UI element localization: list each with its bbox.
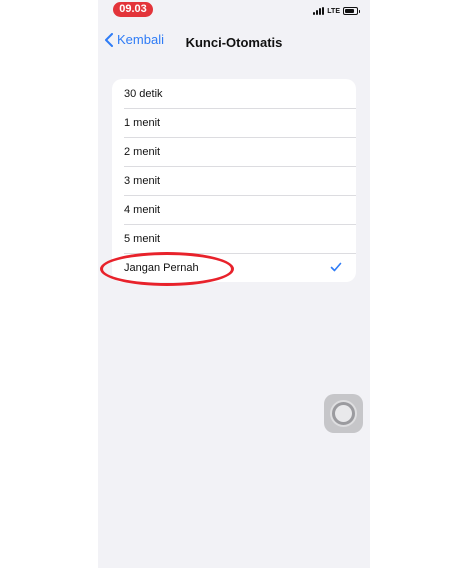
option-row[interactable]: 30 detik — [112, 79, 356, 108]
signal-icon — [313, 7, 325, 15]
option-label: 1 menit — [124, 116, 161, 129]
option-label: 5 menit — [124, 232, 161, 245]
option-row[interactable]: 3 menit — [112, 166, 356, 195]
assistive-touch-core — [335, 405, 352, 422]
option-row[interactable]: 4 menit — [112, 195, 356, 224]
navigation-bar: Kembali Kunci-Otomatis — [98, 26, 370, 56]
option-label: 30 detik — [124, 87, 163, 100]
red-circle-annotation — [100, 252, 234, 286]
option-row[interactable]: 5 menit — [112, 224, 356, 253]
checkmark-icon — [330, 262, 342, 272]
option-row[interactable]: 2 menit — [112, 137, 356, 166]
option-label: 2 menit — [124, 145, 161, 158]
assistive-touch-button[interactable] — [324, 394, 363, 433]
auto-lock-options-list: 30 detik 1 menit 2 menit 3 menit 4 menit 5 me… — [112, 79, 356, 282]
status-bar: 09.03 LTE — [98, 0, 370, 22]
network-label: LTE — [327, 7, 340, 15]
battery-icon — [343, 7, 360, 15]
option-label: 4 menit — [124, 203, 161, 216]
page-title: Kunci-Otomatis — [185, 35, 283, 50]
status-indicators: LTE — [313, 6, 360, 16]
screen: 09.03 LTE Kembali Kunci-Otomatis 30 deti… — [0, 0, 474, 568]
option-label: 3 menit — [124, 174, 161, 187]
option-row[interactable]: 1 menit — [112, 108, 356, 137]
status-time: 09.03 — [113, 2, 153, 17]
